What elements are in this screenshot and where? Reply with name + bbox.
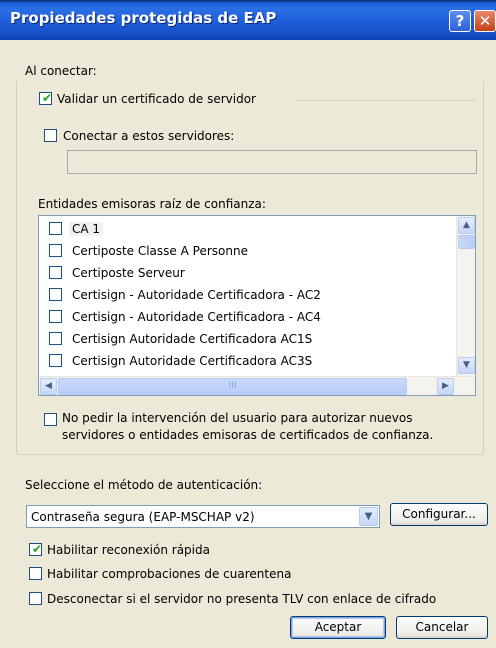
disconnect-tlv-checkbox[interactable] [29,592,42,605]
ok-button-label: Aceptar [314,620,362,634]
chevron-down-icon[interactable]: ▼ [359,507,378,526]
quarantine-label: Habilitar comprobaciones de cuarentena [47,567,292,581]
checkmark-icon: ✔ [32,542,43,556]
help-icon: ? [455,12,465,30]
auth-method-heading: Seleccione el método de autenticación: [25,478,263,492]
auth-method-select[interactable]: Contraseña segura (EAP-MSCHAP v2) ▼ [26,505,380,528]
cancel-button-label: Cancelar [415,620,469,634]
title-bar: Propiedades protegidas de EAP ? ✕ [0,0,496,40]
close-button[interactable]: ✕ [474,10,496,32]
cancel-button[interactable]: Cancelar [396,616,488,639]
fast-reconnect-checkbox[interactable]: ✔ [29,543,42,556]
auth-method-value: Contraseña segura (EAP-MSCHAP v2) [31,510,255,524]
ok-button[interactable]: Aceptar [290,616,386,639]
help-button[interactable]: ? [449,10,471,32]
disconnect-tlv-label: Desconectar si el servidor no presenta T… [47,592,437,606]
connect-heading: Al conectar: [25,64,97,78]
configure-button[interactable]: Configurar... [390,503,488,526]
fast-reconnect-label: Habilitar reconexión rápida [47,543,210,557]
window-title: Propiedades protegidas de EAP [10,9,277,27]
dropdown-arrow: ▼ [364,511,373,522]
close-icon: ✕ [478,12,492,30]
quarantine-checkbox[interactable] [29,567,42,580]
configure-button-label: Configurar... [402,507,476,521]
connect-groupbox [16,80,484,455]
